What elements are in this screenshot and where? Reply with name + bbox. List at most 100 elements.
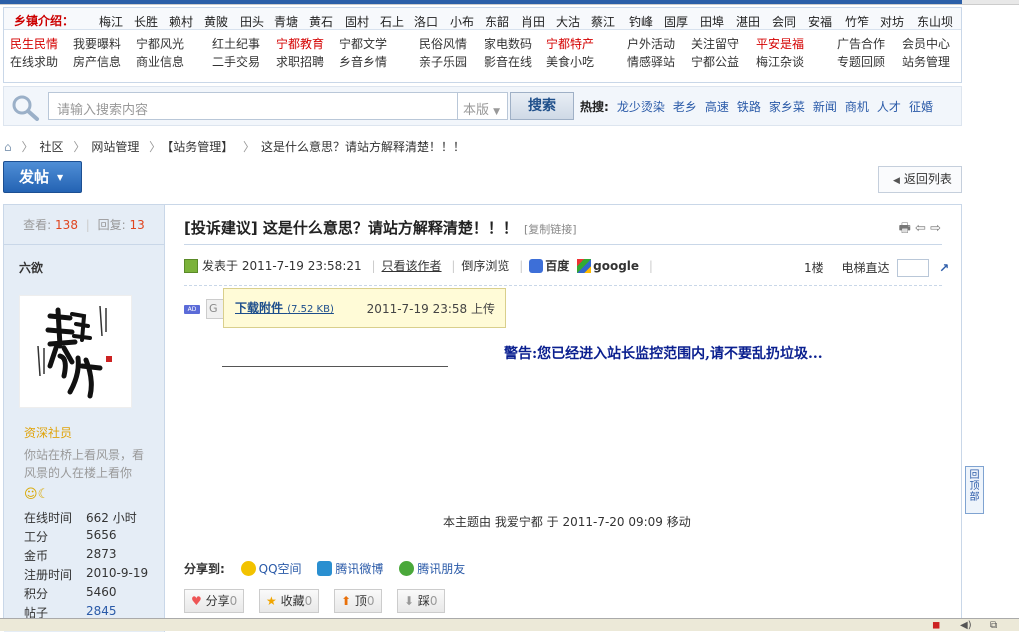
breadcrumb-item[interactable]: 社区 bbox=[39, 140, 63, 154]
hot-search-link[interactable]: 人才 bbox=[877, 100, 901, 114]
category-link[interactable]: 宁都风光 bbox=[136, 35, 216, 53]
category-link[interactable]: 宁都文学 bbox=[339, 35, 419, 53]
download-attachment-link[interactable]: 下载附件 (7.52 KB) bbox=[235, 299, 334, 316]
town-link[interactable]: 石上 bbox=[380, 13, 404, 30]
content-rule bbox=[222, 366, 448, 367]
hot-search-link[interactable]: 新闻 bbox=[813, 100, 837, 114]
category-column: 平安是福 梅江杂谈 bbox=[756, 35, 836, 71]
user-stats: 在线时间 662 小时 工分 5656 金币 2873 注册时间 2010-9-19 积分 546… bbox=[24, 509, 154, 623]
chevron-down-icon: ▼ bbox=[493, 107, 501, 117]
share-qzone[interactable]: QQ空间 bbox=[240, 561, 302, 576]
search-scope-select[interactable]: 本版 ▼ bbox=[458, 92, 508, 120]
home-icon[interactable]: ⌂ bbox=[4, 140, 12, 154]
town-link[interactable]: 钓峰 bbox=[629, 13, 653, 30]
town-link[interactable]: 安福 bbox=[808, 13, 832, 30]
town-link[interactable]: 黄石 bbox=[309, 13, 333, 30]
user-stat-value[interactable]: 2845 bbox=[86, 604, 117, 618]
town-link[interactable]: 湛田 bbox=[736, 13, 760, 30]
town-link[interactable]: 长胜 bbox=[134, 13, 158, 30]
back-to-top-label: 回顶部 bbox=[969, 470, 980, 503]
hot-search-link[interactable]: 高速 bbox=[705, 100, 729, 114]
upvote-button[interactable]: ⬆ 顶0 bbox=[334, 589, 382, 613]
town-link[interactable]: 对坊 bbox=[880, 13, 904, 30]
category-link[interactable]: 乡音乡情 bbox=[339, 53, 419, 71]
town-link[interactable]: 蔡江 bbox=[591, 13, 615, 30]
hot-search-list: 龙少烫染 老乡 高速 铁路 家乡菜 新闻 商机 人才 征婚 bbox=[609, 100, 933, 114]
hot-search-link[interactable]: 龙少烫染 bbox=[617, 100, 665, 114]
attachment-upload-time: 2011-7-19 23:58 上传 bbox=[366, 302, 495, 316]
floor-go-icon[interactable]: ↗ bbox=[939, 261, 949, 275]
search-input[interactable]: 请输入搜索内容 bbox=[48, 92, 458, 120]
town-link[interactable]: 肖田 bbox=[521, 13, 545, 30]
floor-nav: 1楼 电梯直达 ↗ bbox=[804, 259, 949, 277]
browser-status-bar: ◼ ◀) ⧉ bbox=[0, 618, 1019, 631]
back-to-list-label: 返回列表 bbox=[903, 172, 952, 186]
back-to-top-button[interactable]: 回顶部 bbox=[965, 466, 984, 514]
share-tencent-weibo[interactable]: 腾讯微博 bbox=[317, 561, 383, 576]
category-link[interactable]: 站务管理 bbox=[902, 53, 982, 71]
new-post-button[interactable]: 发帖 ▼ bbox=[3, 161, 82, 193]
hot-search-link[interactable]: 商机 bbox=[845, 100, 869, 114]
category-link[interactable]: 会员中心 bbox=[902, 35, 982, 53]
search-button[interactable]: 搜索 bbox=[510, 92, 574, 120]
warning-text: 警告:您已经进入站长监控范围内,请不要乱扔垃圾... bbox=[504, 346, 823, 362]
town-link[interactable]: 青塘 bbox=[274, 13, 298, 30]
town-link[interactable]: 会同 bbox=[772, 13, 796, 30]
hot-search-link[interactable]: 家乡菜 bbox=[769, 100, 805, 114]
category-link[interactable]: 宁都特产 bbox=[546, 35, 626, 53]
town-link[interactable]: 大沽 bbox=[556, 13, 580, 30]
only-author-link[interactable]: 只看该作者 bbox=[382, 259, 442, 273]
category-link[interactable]: 梅江杂谈 bbox=[756, 53, 836, 71]
town-link[interactable]: 黄陂 bbox=[204, 13, 228, 30]
tencent-weibo-icon bbox=[317, 561, 333, 576]
next-thread-icon[interactable]: ⇨ bbox=[930, 221, 941, 236]
town-link[interactable]: 洛口 bbox=[414, 13, 438, 30]
back-to-list-button[interactable]: ◀ 返回列表 bbox=[878, 166, 962, 193]
town-link[interactable]: 固厚 bbox=[664, 13, 688, 30]
user-signature: 你站在桥上看风景，看风景的人在楼上看你 bbox=[24, 448, 145, 480]
town-link[interactable]: 小布 bbox=[450, 13, 474, 30]
town-link[interactable]: 东韶 bbox=[485, 13, 509, 30]
town-link[interactable]: 梅江 bbox=[99, 13, 123, 30]
user-stat-label: 注册时间 bbox=[24, 568, 73, 582]
favorite-button[interactable]: ★ 收藏0 bbox=[259, 589, 320, 613]
breadcrumb-item[interactable]: 网站管理 bbox=[91, 140, 139, 154]
category-link[interactable]: 美食小吃 bbox=[546, 53, 626, 71]
user-group[interactable]: 资深社员 bbox=[24, 424, 72, 441]
category-link[interactable]: 商业信息 bbox=[136, 53, 216, 71]
reverse-order-link[interactable]: 倒序浏览 bbox=[461, 259, 509, 273]
hot-search-link[interactable]: 老乡 bbox=[673, 100, 697, 114]
downvote-count: 0 bbox=[429, 594, 438, 608]
star-icon: ★ bbox=[266, 594, 277, 608]
floor-input[interactable] bbox=[897, 259, 930, 277]
baidu-link[interactable]: 百度 bbox=[545, 259, 569, 273]
prev-thread-icon[interactable]: ⇦ bbox=[915, 221, 926, 236]
copy-link[interactable]: [复制链接] bbox=[524, 223, 577, 236]
hot-search-link[interactable]: 铁路 bbox=[737, 100, 761, 114]
print-icon[interactable]: 🖶 bbox=[899, 221, 911, 236]
share-button[interactable]: ♥ 分享0 bbox=[184, 589, 245, 613]
user-stat-value: 2873 bbox=[86, 547, 117, 561]
town-link[interactable]: 东山坝 bbox=[917, 13, 953, 30]
breadcrumb-item[interactable]: 这是什么意思？请站方解释清楚！！！ bbox=[261, 140, 465, 154]
downvote-button[interactable]: ⬇ 踩0 bbox=[397, 589, 445, 613]
category-link[interactable]: 平安是福 bbox=[756, 35, 836, 53]
share-tencent-friends[interactable]: 腾讯朋友 bbox=[399, 561, 465, 576]
google-link[interactable]: google bbox=[593, 259, 639, 273]
clover-icon bbox=[399, 561, 415, 576]
replies-count: 13 bbox=[129, 218, 145, 232]
breadcrumb-item[interactable]: 【站务管理】 bbox=[167, 140, 233, 154]
hot-search-link[interactable]: 征婚 bbox=[909, 100, 933, 114]
town-link[interactable]: 田埠 bbox=[700, 13, 724, 30]
category-column: 会员中心 站务管理 bbox=[902, 35, 982, 71]
upvote-button-label: 顶 bbox=[354, 594, 367, 608]
author-name[interactable]: 六欲 bbox=[4, 245, 164, 276]
town-link[interactable]: 田头 bbox=[240, 13, 264, 30]
town-link[interactable]: 竹笮 bbox=[845, 13, 869, 30]
author-sidebar: 查看: 138 | 回复: 13 六欲 资深社员 你站在桥上看风景，看风景的人在… bbox=[4, 205, 165, 632]
town-link[interactable]: 固村 bbox=[345, 13, 369, 30]
attachment-size: (7.52 KB) bbox=[287, 304, 334, 315]
town-link[interactable]: 赖村 bbox=[169, 13, 193, 30]
user-stat-value: 5656 bbox=[86, 528, 117, 542]
avatar[interactable] bbox=[19, 295, 132, 408]
